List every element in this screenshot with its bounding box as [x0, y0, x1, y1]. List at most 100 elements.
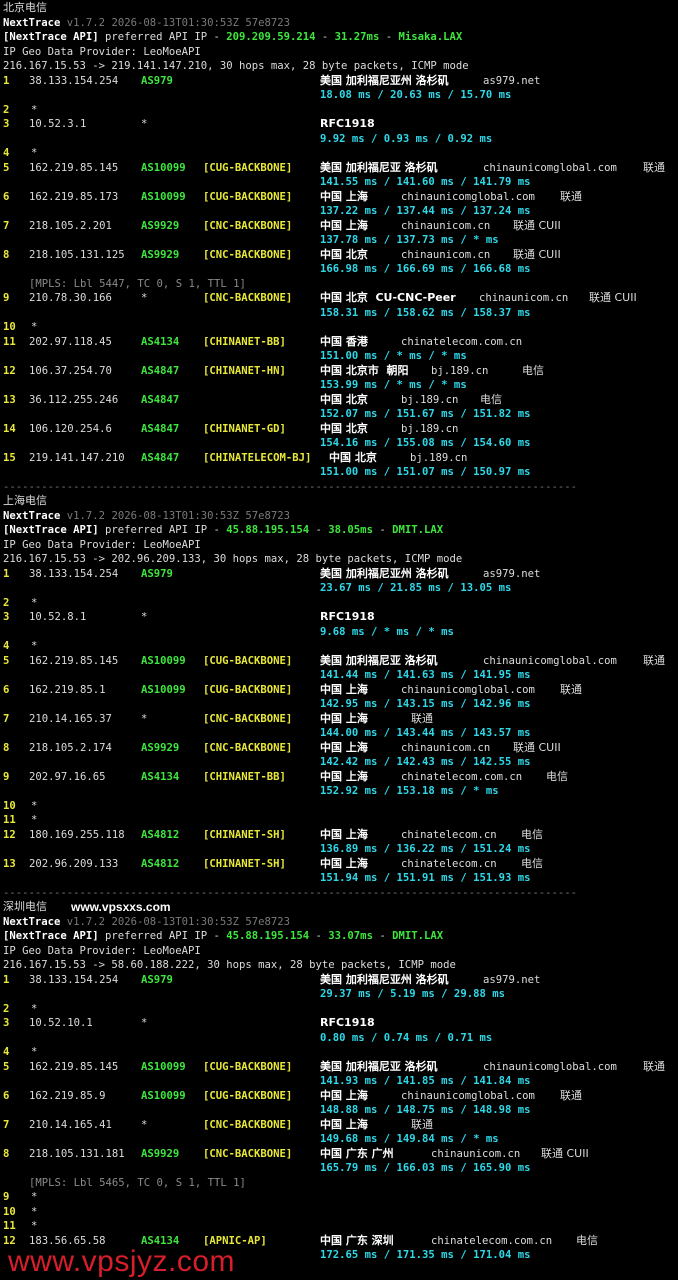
route-text: 216.167.15.53 -> 202.96.209.133, 30 hops…: [3, 553, 463, 565]
app-name: NextTrace: [3, 16, 61, 29]
hop-geo: 美国 加利福尼亚 洛杉矶: [320, 1059, 438, 1073]
version-meta: v1.7.2 2026-08-13T01:30:53Z 57e8723: [66, 16, 291, 29]
hop-ip: *: [31, 321, 38, 333]
hop-line: 5 162.219.85.145 AS10099 [CUG-BACKBONE] 美国 加…: [3, 1060, 678, 1075]
rtt-values: 165.79 ms / 166.03 ms / 165.90 ms: [320, 1162, 531, 1174]
hop-backbone-tag: [CUG-BACKBONE]: [203, 161, 293, 174]
hop-ip: *: [31, 147, 38, 159]
hop-number: 1: [3, 567, 10, 580]
hop-line: 9 210.78.30.166 * [CNC-BACKBONE] 中国 北京 CU-CN…: [3, 291, 678, 306]
hop-isp: 联通: [643, 653, 665, 667]
rtt-values: 153.99 ms / * ms / * ms: [320, 379, 467, 391]
api-line: [NextTrace API] preferred API IP - 209.2…: [3, 30, 678, 45]
hop-isp: 联通 CUII: [513, 740, 561, 754]
route-line: 216.167.15.53 -> 219.141.147.210, 30 hop…: [3, 59, 678, 74]
hop-geo: 中国 广东 深圳: [320, 1233, 394, 1247]
hop-backbone-tag: [CHINANET-SH]: [203, 828, 286, 841]
hop-line: 7 210.14.165.41 * [CNC-BACKBONE] 中国 上海 联通: [3, 1118, 678, 1133]
hop-isp: 电信: [480, 392, 502, 406]
hop-geo: 美国 加利福尼亚州 洛杉矶: [320, 972, 449, 986]
api-latency: 33.07ms: [328, 930, 373, 942]
hop-backbone-tag: [CNC-BACKBONE]: [203, 1147, 293, 1160]
rtt-values: 166.98 ms / 166.69 ms / 166.68 ms: [320, 263, 531, 275]
hop-geo: 中国 上海: [320, 827, 368, 841]
geo-provider-text: IP Geo Data Provider: LeoMoeAPI: [3, 45, 201, 58]
rtt-line: 136.89 ms / 136.22 ms / 151.24 ms: [3, 842, 678, 857]
hop-asn: AS979: [141, 74, 173, 87]
rtt-values: 142.95 ms / 143.15 ms / 142.96 ms: [320, 698, 531, 710]
hop-asn: AS4847: [141, 451, 180, 464]
version-line: NextTrace v1.7.2 2026-08-13T01:30:53Z 57…: [3, 915, 678, 930]
geo-provider-text: IP Geo Data Provider: LeoMoeAPI: [3, 944, 201, 957]
hop-number: 5: [3, 1060, 10, 1073]
watermark: www.vpsjyz.com: [8, 1245, 236, 1278]
api-node: Misaka.LAX: [398, 31, 463, 43]
hop-line: 14 106.120.254.6 AS4847 [CHINANET-GD] 中国 北京 b…: [3, 422, 678, 437]
api-dash: -: [372, 930, 393, 942]
hop-host: chinaunicom.cn: [401, 219, 491, 232]
hop-line: 7 210.14.165.37 * [CNC-BACKBONE] 中国 上海 联通: [3, 712, 678, 727]
hop-number: 9: [3, 292, 10, 304]
hop-asn: AS10099: [141, 654, 186, 667]
rtt-line: 166.98 ms / 166.69 ms / 166.68 ms: [3, 262, 678, 277]
hop-host: chinaunicomglobal.com: [401, 683, 535, 696]
hop-asn: AS979: [141, 973, 173, 986]
hop-line: 2 *: [3, 1002, 678, 1017]
rtt-line: 142.95 ms / 143.15 ms / 142.96 ms: [3, 697, 678, 712]
hop-asn: AS9929: [141, 219, 180, 232]
hop-asn: AS4847: [141, 422, 180, 435]
hop-ip: 10.52.10.1: [29, 1017, 93, 1029]
hop-asn: AS4847: [141, 364, 180, 377]
geo-provider-line: IP Geo Data Provider: LeoMoeAPI: [3, 538, 678, 553]
hop-ip: *: [31, 1205, 38, 1218]
hop-ip: *: [31, 103, 38, 116]
section-title-text: 北京电信: [3, 1, 47, 14]
rtt-values: 137.78 ms / 137.73 ms / * ms: [320, 234, 499, 246]
hop-number: 4: [3, 640, 10, 652]
section-title-text: 深圳电信: [3, 900, 47, 913]
hop-isp: 联通: [643, 1059, 665, 1073]
hop-backbone-tag: [CHINATELECOM-BJ]: [203, 451, 312, 464]
hop-geo: 中国 北京市 朝阳: [320, 363, 409, 377]
hop-asn: AS9929: [141, 248, 180, 261]
hop-backbone-tag: [CNC-BACKBONE]: [203, 712, 293, 725]
hop-number: 8: [3, 248, 10, 261]
version-meta: v1.7.2 2026-08-13T01:30:53Z 57e8723: [66, 915, 291, 928]
hop-geo: 中国 香港: [320, 334, 368, 348]
api-tag: [NextTrace API]: [3, 930, 99, 942]
hop-ip: 106.37.254.70: [29, 364, 112, 377]
hop-backbone-tag: [CHINANET-BB]: [203, 335, 286, 348]
rtt-values: 141.44 ms / 141.63 ms / 141.95 ms: [320, 669, 531, 681]
hop-number: 4: [3, 147, 10, 159]
hop-number: 12: [3, 828, 16, 841]
hop-line: 13 36.112.255.246 AS4847 中国 北京 bj.189.cn 电信: [3, 393, 678, 408]
section-title-text: 上海电信: [3, 494, 47, 507]
hop-ip: 218.105.2.201: [29, 219, 112, 232]
hop-line: 12 180.169.255.118 AS4812 [CHINANET-SH] 中国 上…: [3, 828, 678, 843]
hop-ip: 218.105.2.174: [29, 741, 112, 754]
hop-asn: AS10099: [141, 161, 186, 174]
mpls-line: [MPLS: Lbl 5447, TC 0, S 1, TTL 1]: [3, 277, 678, 292]
api-dash: -: [379, 31, 399, 43]
hop-number: 11: [3, 814, 16, 826]
hop-line: 3 10.52.8.1 * RFC1918: [3, 610, 678, 625]
hop-host: bj.189.cn: [401, 393, 459, 406]
hop-line: 5 162.219.85.145 AS10099 [CUG-BACKBONE] 美国 加…: [3, 161, 678, 176]
hop-asn: AS10099: [141, 190, 186, 203]
hop-number: 7: [3, 1118, 10, 1131]
hop-host: chinaunicom.cn: [401, 248, 491, 261]
hop-line: 11 *: [3, 1219, 678, 1234]
hop-number: 15: [3, 451, 16, 464]
hop-backbone-tag: [CNC-BACKBONE]: [203, 219, 293, 232]
hop-ip: 162.219.85.145: [29, 161, 119, 174]
hop-ip: 162.219.85.145: [29, 1060, 119, 1073]
hop-ip: 36.112.255.246: [29, 393, 119, 406]
hop-line: 4 *: [3, 639, 678, 654]
hop-geo: 中国 北京: [320, 247, 368, 261]
hop-geo: 中国 北京: [329, 450, 377, 464]
api-text: preferred API IP -: [98, 930, 227, 942]
rtt-values: 9.92 ms / 0.93 ms / 0.92 ms: [320, 132, 493, 145]
separator-line: ----------------------------------------…: [3, 480, 678, 495]
hop-number: 6: [3, 1089, 10, 1102]
geo-provider-line: IP Geo Data Provider: LeoMoeAPI: [3, 45, 678, 60]
